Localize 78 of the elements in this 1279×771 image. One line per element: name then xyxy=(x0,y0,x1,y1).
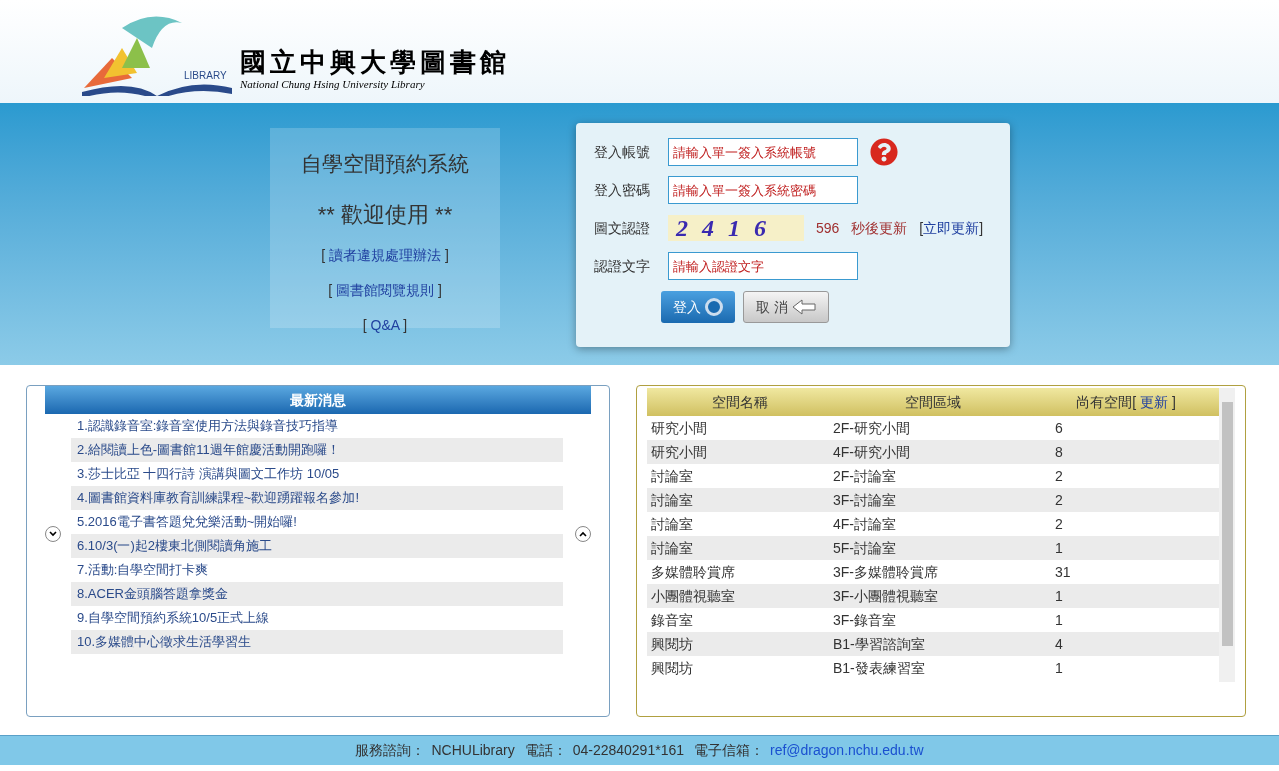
table-cell-text: 3F-小團體視聽室 xyxy=(833,586,939,606)
email-link[interactable]: ref@dragon.nchu.edu.tw xyxy=(770,740,924,761)
logo-subtitle: National Chung Hsing University Library xyxy=(240,76,426,92)
table-cell-text: 4F-研究小間 xyxy=(833,442,911,462)
footer-label: 電話： xyxy=(524,741,567,760)
footer-label: 服務諮詢： xyxy=(355,741,426,760)
field-label: 認證文字 xyxy=(594,256,651,276)
captcha-image: 2416 xyxy=(668,215,804,241)
countdown-text: 596 xyxy=(816,218,840,238)
table-cell-text: 6 xyxy=(1055,418,1064,438)
rule-link[interactable]: 圖書館閱覽規則 xyxy=(336,281,434,298)
footer-value: 04-22840291*161 xyxy=(572,741,684,760)
table-cell-text: 討論室 xyxy=(650,514,694,534)
column-header: 空間名稱 xyxy=(711,392,769,412)
table-cell-text: 2F-討論室 xyxy=(833,466,897,486)
news-item[interactable]: 4.圖書館資料庫教育訓練課程~歡迎踴躍報名參加! xyxy=(71,486,563,510)
rule-link[interactable]: 讀者違規處理辦法 xyxy=(329,246,441,263)
table-cell-text: 討論室 xyxy=(650,466,694,486)
table-cell-text: 3F-討論室 xyxy=(833,490,897,510)
news-item[interactable]: 8.ACER金頭腦答題拿獎金 xyxy=(71,582,563,606)
table-cell-text: 4F-討論室 xyxy=(833,514,897,534)
refresh-text: [立即更新] xyxy=(919,218,984,238)
input-field[interactable]: 請輸入單一簽入系統密碼 xyxy=(668,176,858,204)
column-header: 空間區域 xyxy=(904,392,962,412)
table-cell-text: B1-發表練習室 xyxy=(833,658,926,678)
table-cell-text: 多媒體聆賞席 xyxy=(650,562,736,582)
system-title: 自學空間預約系統 xyxy=(301,151,469,177)
footer-value: NCHULibrary xyxy=(431,741,515,760)
table-cell-text: 5F-討論室 xyxy=(833,538,897,558)
table-cell-text: 3F-錄音室 xyxy=(833,610,897,630)
table-cell-text: 小團體視聽室 xyxy=(650,586,736,606)
countdown-suffix: 秒後更新 xyxy=(851,218,908,238)
field-label: 登入帳號 xyxy=(594,142,651,162)
input-field[interactable]: 請輸入認證文字 xyxy=(668,252,858,280)
field-label: 登入密碼 xyxy=(594,180,651,200)
news-header: 最新消息 xyxy=(45,386,591,414)
table-cell-text: 興閱坊 xyxy=(650,658,694,678)
welcome-text: ** 歡迎使用 ** xyxy=(317,200,453,229)
table-cell-text: 研究小間 xyxy=(650,442,708,462)
chevron-up-icon xyxy=(579,531,587,537)
scrollbar[interactable] xyxy=(1219,388,1235,682)
footer-label: 電子信箱： xyxy=(694,741,764,760)
table-cell-text: 討論室 xyxy=(650,490,694,510)
table-cell-text: B1-學習諮詢室 xyxy=(833,634,926,654)
arrow-left-icon xyxy=(791,299,816,315)
news-item[interactable]: 6.10/3(一)起2樓東北側閱讀角施工 xyxy=(71,534,563,558)
rule-link-line: [ 圖書館閱覽規則 ] xyxy=(328,280,442,300)
cancel-button[interactable]: 取 消 xyxy=(743,291,829,323)
table-cell-text: 1 xyxy=(1055,610,1064,630)
refresh-link[interactable]: 更新 xyxy=(1140,393,1168,410)
table-cell-text: 2 xyxy=(1055,514,1064,534)
login-button[interactable]: 登入 xyxy=(661,291,735,323)
rule-link-line: [ Q&A ] xyxy=(362,315,408,335)
table-cell-text: 3F-多媒體聆賞席 xyxy=(833,562,939,582)
help-icon[interactable] xyxy=(870,138,898,166)
table-cell-text: 31 xyxy=(1055,562,1072,582)
table-cell-text: 錄音室 xyxy=(650,610,694,630)
table-cell-text: 1 xyxy=(1055,586,1064,606)
table-cell-text: 2 xyxy=(1055,466,1064,486)
table-cell-text: 2 xyxy=(1055,490,1064,510)
rule-link-line: [ 讀者違規處理辦法 ] xyxy=(321,245,449,265)
table-cell-text: 研究小間 xyxy=(650,418,708,438)
table-cell-text: 討論室 xyxy=(650,538,694,558)
table-cell-text: 4 xyxy=(1055,634,1064,654)
input-field[interactable]: 請輸入單一簽入系統帳號 xyxy=(668,138,858,166)
chevron-down-icon xyxy=(49,531,57,537)
logo-title: 國立中興大學圖書館 xyxy=(240,49,510,76)
table-cell-text: 興閱坊 xyxy=(650,634,694,654)
news-item[interactable]: 10.多媒體中心徵求生活學習生 xyxy=(71,630,563,654)
logo-library-text: LIBRARY xyxy=(184,69,227,83)
table-cell-text: 8 xyxy=(1055,442,1064,462)
table-cell-text: 2F-研究小間 xyxy=(833,418,911,438)
news-item[interactable]: 2.給閱讀上色-圖書館11週年館慶活動開跑囉！ xyxy=(71,438,563,462)
column-header: 尚有空間[ 更新 ] xyxy=(1075,392,1177,412)
table-cell-text: 1 xyxy=(1055,538,1064,558)
field-label: 圖文認證 xyxy=(594,218,651,238)
rule-link[interactable]: Q&A xyxy=(370,316,400,333)
table-cell-text: 1 xyxy=(1055,658,1064,678)
